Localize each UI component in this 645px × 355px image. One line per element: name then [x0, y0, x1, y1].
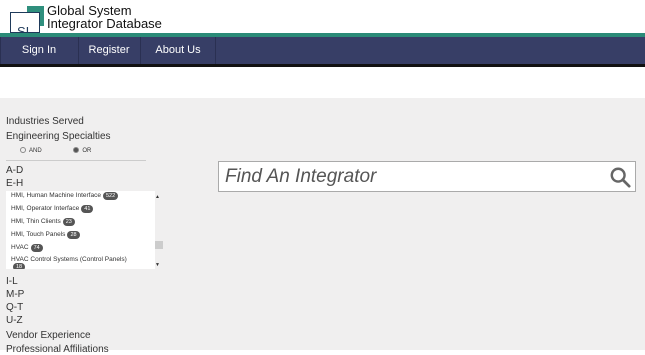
site-title[interactable]: Global System Integrator Database [47, 4, 162, 30]
range-u-z[interactable]: U-Z [6, 315, 23, 326]
list-item[interactable]: HVAC 74 [11, 244, 43, 252]
count-badge: 41 [81, 205, 94, 213]
radio-and[interactable]: AND [20, 147, 42, 154]
main-content: Industries Served Engineering Specialtie… [0, 98, 645, 355]
filter-sidebar: Industries Served Engineering Specialtie… [0, 98, 163, 355]
list-item[interactable]: HMI, Human Machine Interface 522 [11, 192, 119, 200]
search-input[interactable] [225, 162, 595, 191]
specialty-list[interactable]: HMI, Human Machine Interface 522 HMI, Ope… [6, 191, 155, 269]
count-badge: 522 [102, 192, 119, 200]
list-item-label: HVAC Control Systems (Control Panels) [11, 256, 127, 263]
count-badge: 74 [30, 244, 43, 252]
nav-about-us[interactable]: About Us [140, 37, 216, 64]
list-item-label: HMI, Operator Interface [11, 205, 80, 212]
main-nav: Sign In Register About Us [0, 37, 645, 67]
nav-separator [215, 37, 216, 64]
radio-or[interactable]: OR [73, 147, 92, 154]
range-m-p[interactable]: M-P [6, 289, 24, 300]
count-badge: 18 [13, 263, 26, 269]
search-box [218, 161, 636, 192]
filter-vendor-experience[interactable]: Vendor Experience [6, 330, 91, 341]
range-a-d[interactable]: A-D [6, 165, 23, 176]
scrollbar-thumb[interactable] [155, 241, 163, 249]
count-badge: 23 [62, 218, 75, 226]
nav-sign-in[interactable]: Sign In [0, 37, 78, 64]
range-q-t[interactable]: Q-T [6, 302, 23, 313]
list-item[interactable]: HVAC Control Systems (Control Panels) 18 [11, 256, 127, 269]
filter-engineering-specialties[interactable]: Engineering Specialties [6, 131, 111, 142]
site-header: SI Global System Integrator Database [0, 0, 645, 39]
filter-industries-served[interactable]: Industries Served [6, 116, 84, 127]
list-item-label: HMI, Human Machine Interface [11, 192, 101, 199]
list-item-label: HMI, Thin Clients [11, 218, 61, 225]
radio-or-label: OR [82, 147, 92, 154]
scroll-down-arrow-icon[interactable]: ▼ [155, 262, 160, 268]
list-item-label: HMI, Touch Panels [11, 231, 66, 238]
radio-and-circle[interactable] [20, 147, 26, 153]
radio-and-label: AND [29, 147, 42, 154]
divider [6, 160, 146, 161]
site-title-line2: Integrator Database [47, 16, 162, 31]
list-item[interactable]: HMI, Thin Clients 23 [11, 218, 75, 226]
si-logo[interactable]: SI [10, 6, 44, 39]
list-item[interactable]: HMI, Operator Interface 41 [11, 205, 94, 213]
list-item[interactable]: HMI, Touch Panels 28 [11, 231, 80, 239]
scroll-up-arrow-icon[interactable]: ▲ [155, 194, 160, 200]
radio-or-circle[interactable] [73, 147, 80, 153]
range-e-h[interactable]: E-H [6, 178, 23, 189]
list-item-label: HVAC [11, 244, 29, 251]
nav-register[interactable]: Register [78, 37, 140, 64]
range-i-l[interactable]: I-L [6, 276, 18, 287]
match-mode-radios: AND OR [20, 147, 91, 154]
count-badge: 28 [67, 231, 80, 239]
logo-white-square: SI [10, 12, 40, 39]
search-icon[interactable] [609, 166, 631, 188]
